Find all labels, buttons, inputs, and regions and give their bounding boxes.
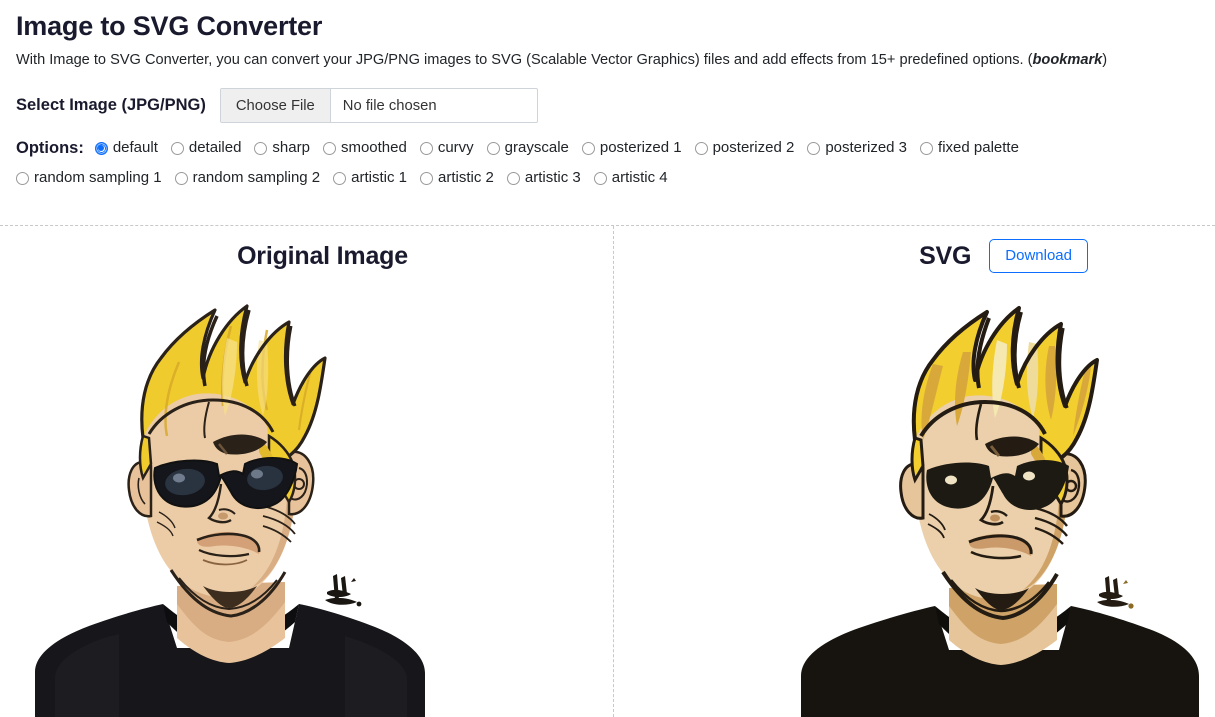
svg-output-image: [797, 286, 1203, 717]
original-panel-header: Original Image: [0, 226, 613, 286]
svg-panel-header: SVG Download: [613, 226, 1215, 286]
svg-panel-title: SVG: [919, 241, 972, 270]
option-label: grayscale: [504, 139, 569, 156]
option-artistic-4[interactable]: artistic 4: [593, 167, 668, 189]
radio-icon[interactable]: [333, 171, 347, 185]
option-label: posterized 3: [825, 139, 908, 156]
radio-icon[interactable]: [94, 141, 108, 155]
option-label: random sampling 1: [34, 169, 162, 186]
original-image: [27, 286, 433, 717]
original-panel-title: Original Image: [237, 241, 408, 270]
option-smoothed[interactable]: smoothed: [322, 137, 407, 159]
radio-icon[interactable]: [254, 141, 268, 155]
bookmark-link[interactable]: bookmark: [1033, 52, 1103, 68]
radio-icon[interactable]: [581, 141, 595, 155]
option-label: posterized 2: [712, 139, 795, 156]
option-label: sharp: [272, 139, 310, 156]
page-title: Image to SVG Converter: [16, 11, 323, 41]
original-image-panel: Original Image: [0, 226, 613, 717]
page-description: With Image to SVG Converter, you can con…: [16, 50, 1199, 70]
options-row-2: random sampling 1 random sampling 2 arti…: [16, 167, 1199, 189]
image-to-svg-converter-page: Image to SVG Converter With Image to SVG…: [0, 0, 1215, 717]
radio-icon[interactable]: [694, 141, 708, 155]
svg-image-holder: [797, 286, 1203, 717]
file-status-text: No file chosen: [342, 97, 437, 114]
options-row-1: Options: default detailed sharp smoothed…: [16, 137, 1199, 159]
option-sharp[interactable]: sharp: [254, 137, 310, 159]
option-fixed-palette[interactable]: fixed palette: [920, 137, 1019, 159]
options-label: Options:: [16, 139, 84, 157]
file-select-row: Select Image (JPG/PNG) Choose File No fi…: [0, 70, 1215, 123]
page-header: Image to SVG Converter With Image to SVG…: [0, 0, 1215, 70]
option-artistic-1[interactable]: artistic 1: [333, 167, 407, 189]
radio-icon[interactable]: [593, 171, 607, 185]
option-label: artistic 2: [438, 169, 494, 186]
option-default[interactable]: default: [94, 137, 158, 159]
page-description-text: With Image to SVG Converter, you can con…: [16, 52, 1033, 68]
radio-icon[interactable]: [506, 171, 520, 185]
option-grayscale[interactable]: grayscale: [486, 137, 569, 159]
option-label: artistic 1: [351, 169, 408, 186]
option-random-sampling-2[interactable]: random sampling 2: [174, 167, 321, 189]
option-random-sampling-1[interactable]: random sampling 1: [16, 167, 162, 189]
option-posterized-1[interactable]: posterized 1: [581, 137, 682, 159]
option-label: curvy: [437, 139, 474, 156]
file-select-label: Select Image (JPG/PNG): [16, 96, 206, 114]
radio-icon[interactable]: [174, 171, 188, 185]
option-label: posterized 1: [599, 139, 682, 156]
option-posterized-3[interactable]: posterized 3: [807, 137, 907, 159]
option-label: detailed: [188, 139, 242, 156]
file-input[interactable]: Choose File No file chosen: [219, 88, 538, 123]
option-label: default: [112, 139, 158, 156]
option-posterized-2[interactable]: posterized 2: [694, 137, 795, 159]
page-description-tail: ): [1102, 52, 1108, 68]
svg-output-panel: SVG Download: [613, 226, 1215, 717]
radio-icon[interactable]: [419, 141, 433, 155]
radio-icon[interactable]: [486, 141, 500, 155]
option-label: artistic 3: [524, 169, 581, 186]
radio-icon[interactable]: [920, 141, 934, 155]
radio-icon[interactable]: [420, 171, 434, 185]
original-image-holder: [27, 286, 433, 717]
preview-panels: Original Image SVG Download: [0, 226, 1215, 717]
radio-icon[interactable]: [807, 141, 821, 155]
radio-icon[interactable]: [170, 141, 184, 155]
radio-icon[interactable]: [322, 141, 336, 155]
option-detailed[interactable]: detailed: [170, 137, 242, 159]
option-artistic-2[interactable]: artistic 2: [420, 167, 494, 189]
option-label: random sampling 2: [192, 169, 321, 186]
option-label: smoothed: [340, 139, 407, 156]
download-button[interactable]: Download: [989, 239, 1088, 273]
option-label: fixed palette: [938, 139, 1019, 156]
radio-icon[interactable]: [16, 171, 29, 185]
choose-file-button[interactable]: Choose File: [220, 89, 331, 122]
options-block: Options: default detailed sharp smoothed…: [0, 123, 1215, 189]
option-curvy[interactable]: curvy: [419, 137, 474, 159]
option-label: artistic 4: [611, 169, 668, 186]
option-artistic-3[interactable]: artistic 3: [506, 167, 581, 189]
